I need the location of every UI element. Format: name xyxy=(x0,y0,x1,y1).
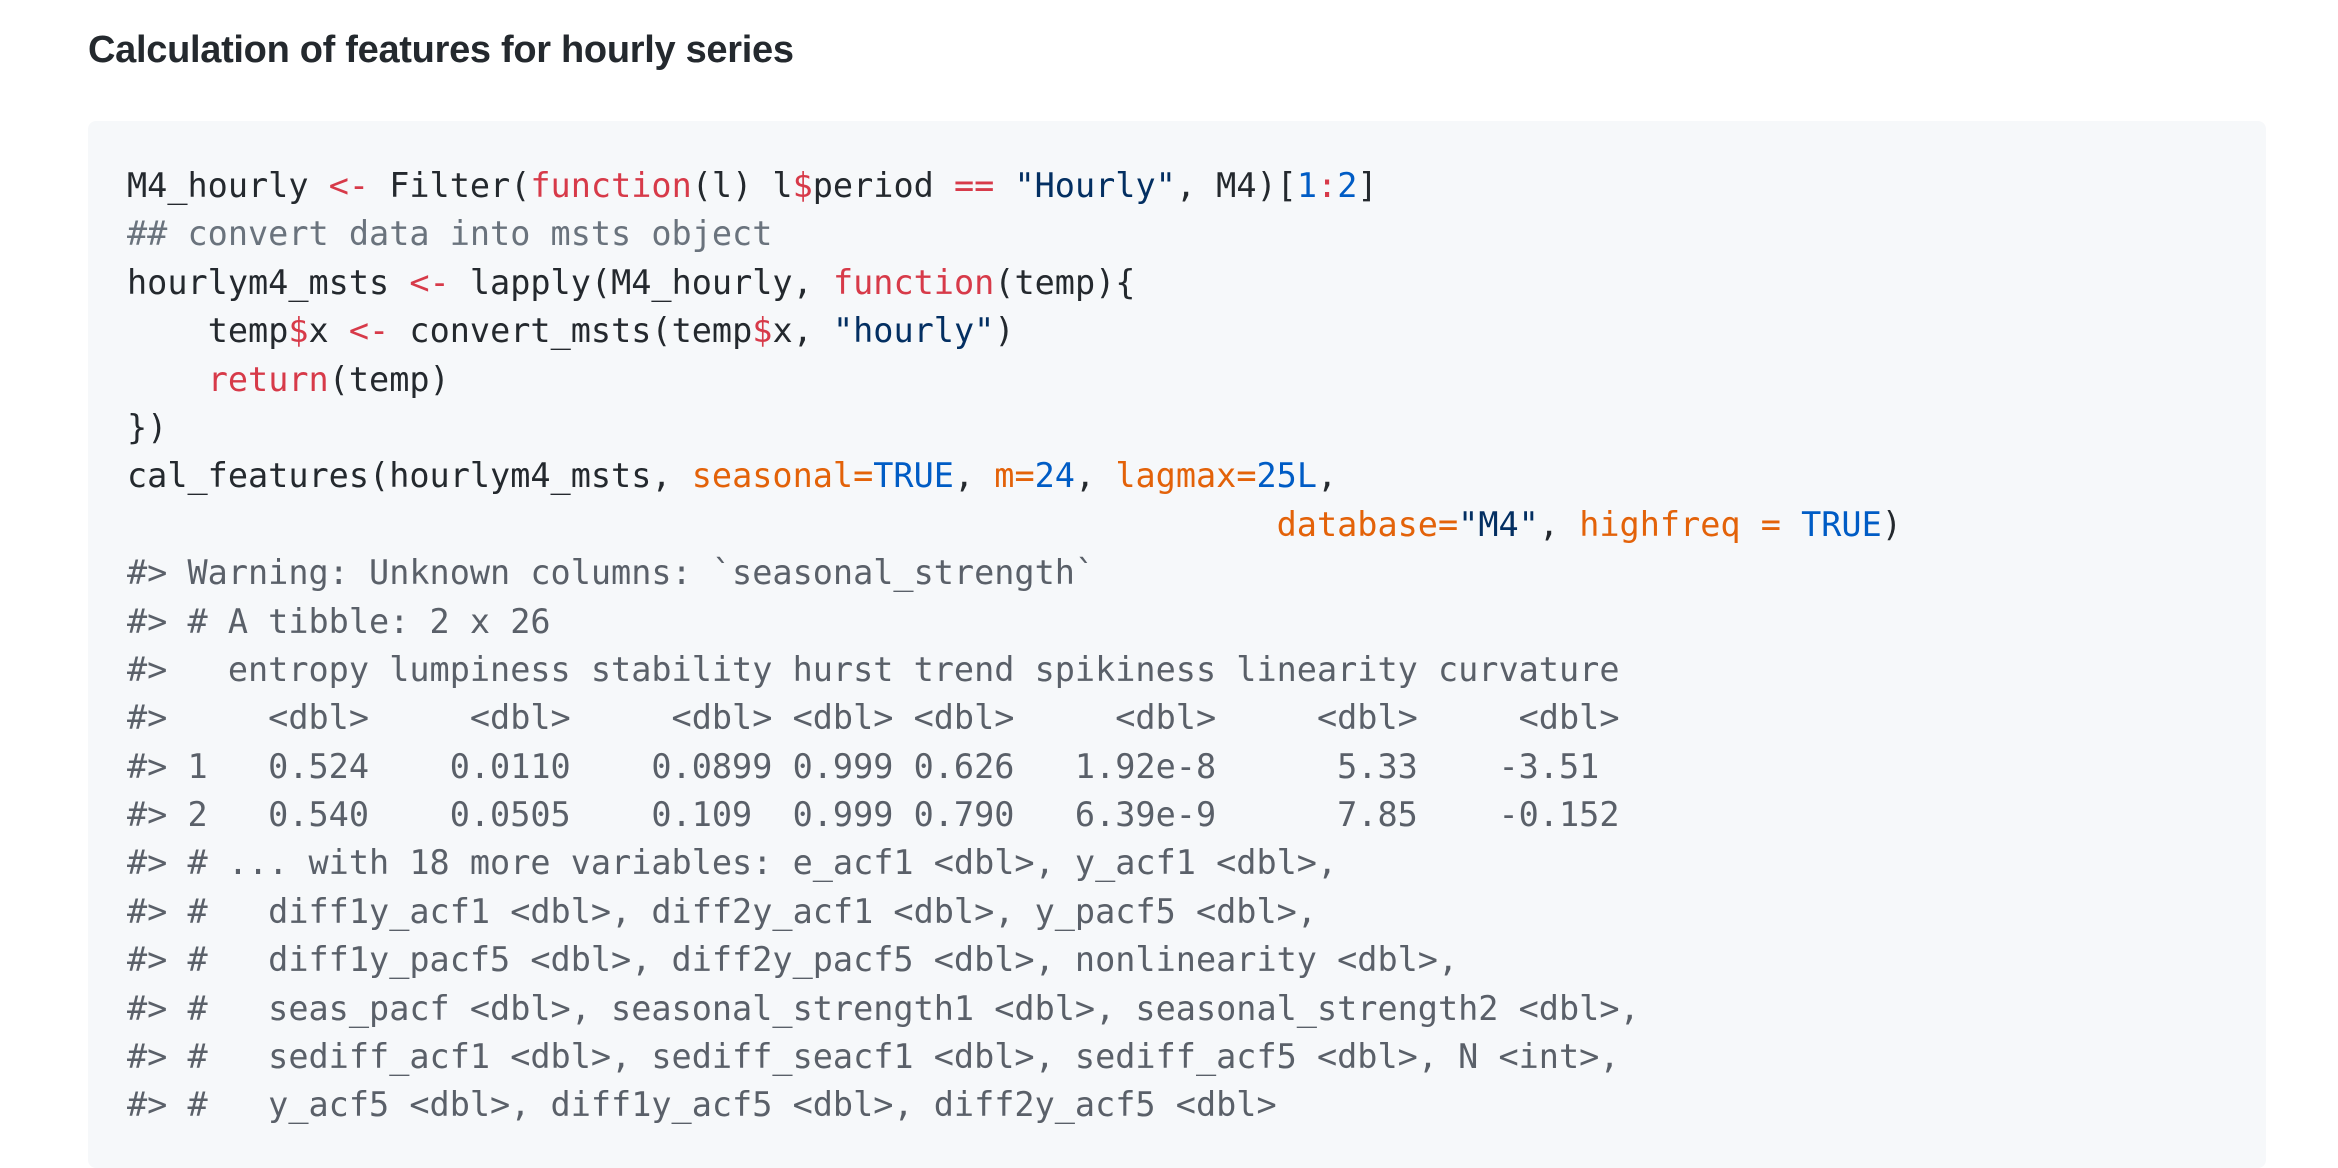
output-line: #> # diff1y_acf1 <dbl>, diff2y_acf1 <dbl… xyxy=(127,891,1317,931)
output-line: #> # seas_pacf <dbl>, seasonal_strength1… xyxy=(127,988,1640,1028)
code-token: , M4)[ xyxy=(1175,166,1297,205)
assign-operator: <- xyxy=(328,166,370,205)
code-block[interactable]: M4_hourly <- Filter(function(l) l$period… xyxy=(88,121,2266,1168)
dollar-operator: $ xyxy=(792,166,813,205)
output-line: #> entropy lumpiness stability hurst tre… xyxy=(127,649,1620,689)
output-line: #> 1 0.524 0.0110 0.0899 0.999 0.626 1.9… xyxy=(127,746,1600,786)
output-line: #> # sediff_acf1 <dbl>, sediff_seacf1 <d… xyxy=(127,1037,1620,1077)
code-token: ) xyxy=(994,311,1015,351)
output-line: #> # A tibble: 2 x 26 xyxy=(127,601,551,641)
dollar-operator: $ xyxy=(752,311,773,351)
argument-name: highfreq xyxy=(1579,504,1741,544)
assign-operator: <- xyxy=(348,311,390,351)
output-line: #> 2 0.540 0.0505 0.109 0.999 0.790 6.39… xyxy=(127,795,1620,835)
number-literal: 25L xyxy=(1256,456,1318,496)
constant-literal: TRUE xyxy=(1801,504,1882,544)
argument-equals: = xyxy=(1014,456,1035,496)
keyword-token: return xyxy=(207,359,329,399)
code-token: , xyxy=(1074,456,1116,496)
code-token: cal_features(hourlym4_msts, xyxy=(127,456,692,496)
keyword-token: function xyxy=(530,166,692,205)
code-token: temp xyxy=(207,311,289,351)
code-token: (temp) xyxy=(328,359,450,399)
output-line: #> # diff1y_pacf5 <dbl>, diff2y_pacf5 <d… xyxy=(127,940,1459,980)
code-line: temp$x <- convert_msts(temp$x, "hourly") xyxy=(127,307,1902,355)
code-token: x, xyxy=(772,311,833,351)
code-token: , xyxy=(1317,456,1338,496)
code-token: , xyxy=(953,456,995,496)
string-literal: "M4" xyxy=(1458,504,1539,544)
code-line: hourlym4_msts <- lapply(M4_hourly, funct… xyxy=(127,259,1902,307)
code-line: cal_features(hourlym4_msts, seasonal=TRU… xyxy=(127,452,1902,500)
argument-equals: = xyxy=(853,456,874,496)
argument-name: lagmax xyxy=(1115,456,1237,496)
code-line: ## convert data into msts object xyxy=(127,210,1902,258)
constant-literal: TRUE xyxy=(873,456,954,496)
number-literal: 1 xyxy=(1296,166,1318,205)
code-token: period xyxy=(812,166,954,205)
argument-name: seasonal xyxy=(691,456,854,496)
argument-equals: = xyxy=(1437,504,1459,544)
code-token: lapply(M4_hourly, xyxy=(449,262,833,302)
output-line: #> Warning: Unknown columns: `seasonal_s… xyxy=(127,553,1096,593)
equality-operator: == xyxy=(953,166,995,205)
code-token: convert_msts(temp xyxy=(389,311,753,351)
output-line: #> # ... with 18 more variables: e_acf1 … xyxy=(127,843,1338,883)
code-token: (temp){ xyxy=(994,262,1136,302)
code-token: , xyxy=(1538,504,1580,544)
code-line: return(temp) xyxy=(127,356,1902,404)
output-line: #> <dbl> <dbl> <dbl> <dbl> <dbl> <dbl> <… xyxy=(127,698,1620,738)
code-token: }) xyxy=(127,407,168,447)
code-line: }) xyxy=(127,404,1902,452)
argument-equals: = xyxy=(1740,504,1802,544)
string-literal: "hourly" xyxy=(832,311,995,351)
output-line: #> # y_acf5 <dbl>, diff1y_acf5 <dbl>, di… xyxy=(127,1085,1277,1125)
code-token: (l) l xyxy=(691,166,793,205)
code-content: M4_hourly <- Filter(function(l) l$period… xyxy=(127,162,1902,1130)
section-heading: Calculation of features for hourly serie… xyxy=(88,29,794,71)
code-token: x xyxy=(308,311,349,351)
range-operator: : xyxy=(1317,166,1338,205)
code-token: ] xyxy=(1357,166,1378,205)
argument-equals: = xyxy=(1236,456,1257,496)
code-comment: ## convert data into msts object xyxy=(127,214,773,254)
code-token: hourlym4_msts xyxy=(127,262,410,302)
code-token: Filter( xyxy=(369,166,531,205)
number-literal: 24 xyxy=(1034,456,1075,496)
number-literal: 2 xyxy=(1337,166,1358,205)
keyword-token: function xyxy=(832,262,995,302)
assign-operator: <- xyxy=(409,262,450,302)
argument-name: database xyxy=(1276,504,1438,544)
string-literal: "Hourly" xyxy=(1014,166,1176,205)
code-line: M4_hourly <- Filter(function(l) l$period… xyxy=(127,162,1902,210)
code-token: ) xyxy=(1881,504,1902,544)
code-line: database="M4", highfreq = TRUE) xyxy=(127,501,1902,549)
dollar-operator: $ xyxy=(288,311,309,351)
argument-name: m xyxy=(994,456,1015,496)
code-token: M4_hourly xyxy=(127,166,329,205)
